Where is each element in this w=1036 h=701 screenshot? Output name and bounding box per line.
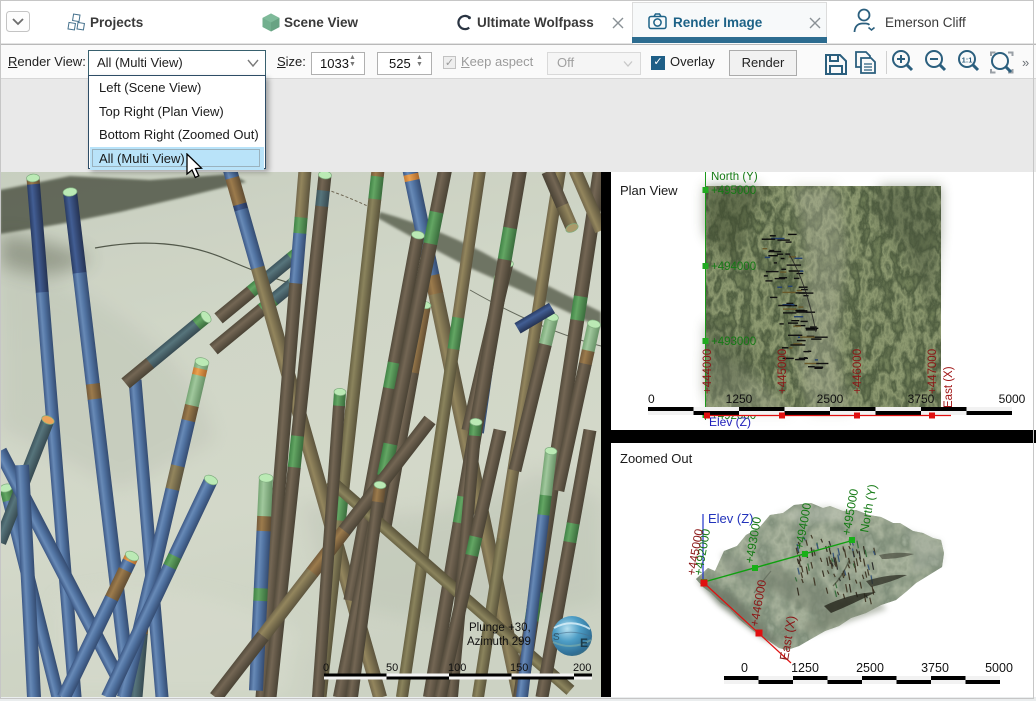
svg-text:0: 0 bbox=[323, 662, 329, 674]
svg-text:Elev (Z): Elev (Z) bbox=[709, 415, 751, 429]
svg-text:200: 200 bbox=[573, 662, 591, 674]
svg-text:North (Y): North (Y) bbox=[711, 172, 758, 183]
svg-text:Plunge +30,: Plunge +30, bbox=[469, 622, 531, 634]
svg-text:0: 0 bbox=[648, 392, 655, 406]
svg-text:+494000: +494000 bbox=[711, 261, 756, 273]
svg-text:Plan View: Plan View bbox=[620, 183, 678, 198]
svg-text:+444000: +444000 bbox=[702, 349, 714, 394]
svg-text:1250: 1250 bbox=[791, 661, 819, 675]
svg-text:S: S bbox=[553, 632, 560, 643]
svg-text:Azimuth 299: Azimuth 299 bbox=[467, 636, 531, 648]
svg-text:150: 150 bbox=[510, 662, 528, 674]
svg-text:100: 100 bbox=[448, 662, 466, 674]
svg-text:50: 50 bbox=[386, 662, 398, 674]
svg-text:5000: 5000 bbox=[999, 392, 1026, 406]
svg-text:»: » bbox=[1022, 55, 1029, 70]
svg-text:E: E bbox=[580, 636, 588, 650]
svg-text:1250: 1250 bbox=[726, 392, 753, 406]
svg-text:0: 0 bbox=[741, 661, 748, 675]
svg-text:+493000: +493000 bbox=[711, 336, 756, 348]
svg-text:2500: 2500 bbox=[817, 392, 844, 406]
svg-text:Elev (Z): Elev (Z) bbox=[708, 511, 754, 526]
svg-text:2500: 2500 bbox=[856, 661, 884, 675]
svg-text:+445000: +445000 bbox=[777, 349, 789, 394]
svg-text:+447000: +447000 bbox=[927, 349, 939, 394]
svg-text:3750: 3750 bbox=[921, 661, 949, 675]
svg-text:1:1: 1:1 bbox=[962, 56, 973, 65]
svg-text:+495000: +495000 bbox=[711, 185, 756, 197]
svg-text:+446000: +446000 bbox=[852, 349, 864, 394]
svg-text:East (X): East (X) bbox=[943, 366, 955, 408]
svg-text:3750: 3750 bbox=[908, 392, 935, 406]
svg-text:5000: 5000 bbox=[985, 661, 1013, 675]
svg-text:Zoomed Out: Zoomed Out bbox=[620, 451, 693, 466]
